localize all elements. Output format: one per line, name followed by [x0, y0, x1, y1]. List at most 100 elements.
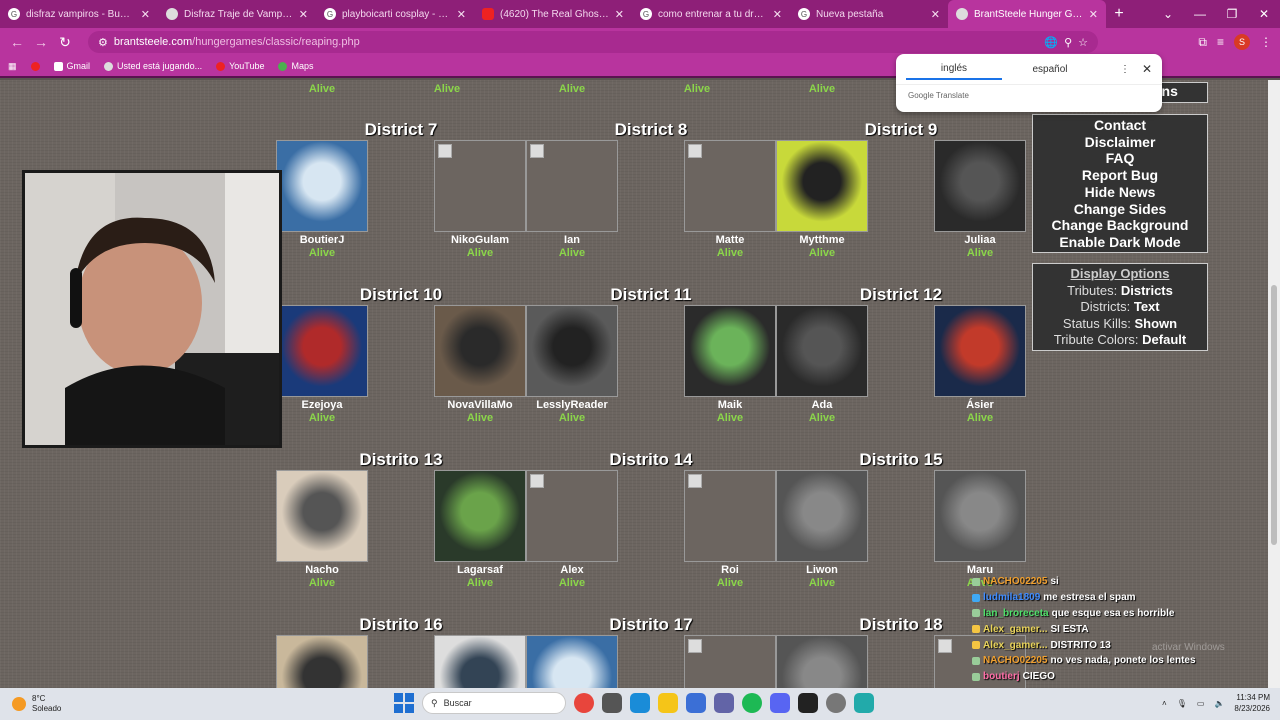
profile-avatar[interactable]: S — [1234, 34, 1250, 50]
display-options-box: Display Options Tributes: Districts Dist… — [1032, 263, 1208, 351]
address-bar[interactable]: ⚙ brantsteele.com/hungergames/classic/re… — [88, 31, 1098, 53]
obs-icon[interactable] — [798, 693, 818, 713]
lang-target-tab[interactable]: español — [1002, 64, 1098, 75]
forward-icon[interactable]: → — [32, 34, 50, 50]
extensions-icon[interactable]: ⧉ — [1198, 35, 1207, 50]
mic-icon[interactable]: 🎙 — [1177, 699, 1187, 708]
option-value[interactable]: Districts — [1121, 283, 1173, 298]
menu-change-background[interactable]: Change Background — [1033, 217, 1207, 234]
tab-0[interactable]: Gdisfraz vampiros - Buscar con G ✕ — [0, 0, 158, 28]
google-icon: G — [324, 8, 336, 20]
tab-5[interactable]: G Nueva pestaña ✕ — [790, 0, 948, 28]
tribute-card: Lagarsaf Alive — [434, 470, 526, 590]
chrome-icon[interactable] — [574, 693, 594, 713]
menu-faq[interactable]: FAQ — [1033, 150, 1207, 167]
app-icon[interactable] — [854, 693, 874, 713]
tab-search-icon[interactable]: ⌄ — [1152, 0, 1184, 28]
tribute-status: Alive — [308, 412, 336, 424]
chevron-up-icon[interactable]: ˄ — [1162, 699, 1167, 708]
bookmark-usted[interactable]: Usted está jugando... — [104, 61, 202, 71]
scrollbar-thumb[interactable] — [1271, 285, 1277, 545]
menu-report-bug[interactable]: Report Bug — [1033, 167, 1207, 184]
translate-icon[interactable]: 🌐 — [1044, 36, 1058, 49]
site-info-icon[interactable]: ⚙ — [98, 36, 108, 49]
menu-dark-mode[interactable]: Enable Dark Mode — [1033, 234, 1207, 251]
outlook-icon[interactable] — [686, 693, 706, 713]
file-explorer-icon[interactable] — [602, 693, 622, 713]
option-value[interactable]: Text — [1134, 299, 1160, 314]
tribute-image — [434, 470, 526, 562]
tribute-card — [276, 635, 368, 688]
apps-grid-icon[interactable]: ▦ — [8, 61, 17, 72]
tribute-name: Lagarsaf — [457, 564, 503, 576]
clock[interactable]: 11:34 PM 8/23/2026 — [1234, 692, 1270, 714]
menu-contact[interactable]: Contact — [1033, 117, 1207, 134]
back-icon[interactable]: ← — [8, 34, 26, 50]
tribute-card — [434, 635, 526, 688]
district-block: District 8 Ian Alive Matte Alive — [526, 120, 776, 260]
start-icon[interactable] — [394, 693, 414, 713]
spotify-icon[interactable] — [742, 693, 762, 713]
district-title: District 8 — [614, 120, 688, 139]
tribute-card: Nacho Alive — [276, 470, 368, 590]
new-tab-button[interactable]: + — [1106, 0, 1132, 28]
tab-3[interactable]: (4620) The Real Ghostbusters (1 ✕ — [474, 0, 632, 28]
minimize-icon[interactable]: — — [1184, 0, 1216, 28]
tab-1[interactable]: Disfraz Traje de Vampiro ✕ — [158, 0, 316, 28]
media-icon[interactable]: ≡ — [1217, 35, 1224, 49]
volume-icon[interactable]: 🔈 — [1214, 699, 1224, 708]
tribute-card: Mytthme Alive — [776, 140, 868, 260]
tribute-status: Alive — [808, 577, 836, 589]
bookmark-gmail[interactable]: Gmail — [53, 61, 90, 71]
option-value[interactable]: Default — [1142, 332, 1186, 347]
teams-icon[interactable] — [714, 693, 734, 713]
weather-temp: 8°C — [32, 694, 46, 703]
option-row: Status Kills: Shown — [1033, 316, 1207, 333]
zoom-icon[interactable]: ⚲ — [1064, 36, 1072, 49]
tribute-status: Alive — [466, 247, 494, 259]
bookmark-youtube[interactable]: YouTube — [216, 61, 264, 71]
close-tab-icon[interactable]: ✕ — [1089, 8, 1098, 21]
restore-icon[interactable]: ❐ — [1216, 0, 1248, 28]
tribute-name: Liwon — [806, 564, 838, 576]
tribute-image-broken — [684, 635, 776, 688]
tribute-name: Juliaa — [964, 234, 996, 246]
menu-hide-news[interactable]: Hide News — [1033, 184, 1207, 201]
stream-chat: NACHO02205 si ludmila1809 me estresa el spa… — [972, 574, 1268, 685]
page-scrollbar[interactable] — [1268, 80, 1280, 688]
district-title: Distrito 14 — [609, 450, 693, 469]
close-tab-icon[interactable]: ✕ — [141, 8, 150, 21]
tribute-name: BoutierJ — [299, 234, 345, 246]
close-tab-icon[interactable]: ✕ — [773, 8, 782, 21]
folder-icon[interactable] — [658, 693, 678, 713]
close-window-icon[interactable]: ✕ — [1248, 0, 1280, 28]
option-value[interactable]: Shown — [1134, 316, 1177, 331]
close-tab-icon[interactable]: ✕ — [615, 8, 624, 21]
tab-6[interactable]: BrantSteele Hunger Games Sim ✕ — [948, 0, 1106, 28]
taskbar-search[interactable]: ⚲ Buscar — [422, 692, 566, 714]
tribute-name: Ásier — [966, 399, 994, 411]
menu-change-sides[interactable]: Change Sides — [1033, 201, 1207, 218]
more-options-icon[interactable]: ⋮ — [1120, 64, 1130, 75]
app-icon[interactable] — [826, 693, 846, 713]
weather-widget[interactable]: 8°C Soleado — [0, 694, 200, 714]
network-icon[interactable]: ▭ — [1197, 699, 1205, 708]
close-tab-icon[interactable]: ✕ — [931, 8, 940, 21]
menu-kebab-icon[interactable]: ⋮ — [1260, 35, 1272, 49]
tribute-status: Alive — [716, 247, 744, 259]
close-tab-icon[interactable]: ✕ — [457, 8, 466, 21]
globe-icon — [166, 8, 178, 20]
close-tab-icon[interactable]: ✕ — [299, 8, 308, 21]
tab-4[interactable]: Gcomo entrenar a tu dragon co ✕ — [632, 0, 790, 28]
edge-icon[interactable] — [630, 693, 650, 713]
discord-icon[interactable] — [770, 693, 790, 713]
menu-disclaimer[interactable]: Disclaimer — [1033, 134, 1207, 151]
tab-2[interactable]: Gplayboicarti cosplay - Buscar c ✕ — [316, 0, 474, 28]
close-icon[interactable]: ✕ — [1142, 62, 1152, 76]
bookmark-star-icon[interactable]: ☆ — [1078, 36, 1088, 49]
reload-icon[interactable]: ↻ — [56, 34, 74, 51]
display-options-heading[interactable]: Display Options — [1033, 266, 1207, 283]
lang-source-tab[interactable]: inglés — [906, 58, 1002, 80]
bookmark-maps[interactable]: Maps — [278, 61, 313, 71]
bookmark-youtube-short[interactable] — [30, 61, 40, 71]
